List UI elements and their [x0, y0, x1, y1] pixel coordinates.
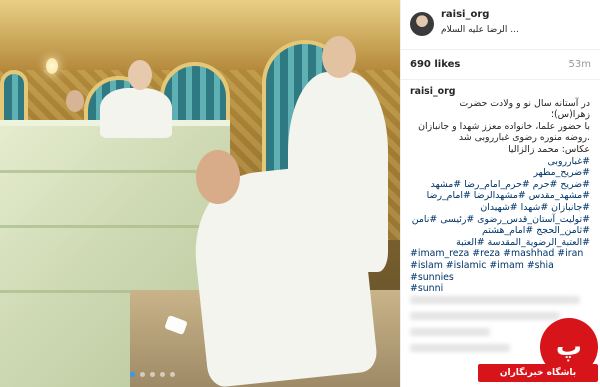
hashtag-line[interactable]: #ضریح #حرم #حرم_امام_رضا #مشهد	[410, 179, 590, 191]
tomb-line	[0, 225, 230, 228]
hashtag-line[interactable]: #جانبازان #شهدا #شهیدان	[410, 202, 590, 214]
caption-line: در آستانه سال نو و ولادت حضرت	[459, 97, 590, 109]
watermark-glyph: پ	[555, 332, 583, 362]
person-head	[66, 90, 84, 112]
post-location[interactable]: ... الرضا علیه السلام	[441, 25, 561, 35]
person-head	[128, 60, 152, 90]
post-header: raisi_org ... الرضا علیه السلام	[401, 0, 600, 50]
hashtag-line[interactable]: #imam_reza #reza #mashhad #iran	[410, 248, 590, 260]
watermark-logo: پ باشگاه خبرنگاران	[478, 318, 598, 384]
post-username[interactable]: raisi_org	[441, 9, 489, 20]
carousel-dot[interactable]	[170, 372, 175, 377]
person-figure	[100, 88, 172, 138]
carousel-dot[interactable]	[150, 372, 155, 377]
hashtag-line[interactable]: #غبارروبی	[410, 156, 590, 168]
carousel-dots	[130, 372, 175, 377]
person-head	[196, 150, 240, 204]
hashtag-line[interactable]: #تولیت_آستان_قدس_رضوی #رئیسی #نامن	[410, 214, 590, 226]
person-head	[322, 36, 356, 78]
hashtag-line[interactable]: #islam #islamic #imam #shia #sunnies	[410, 260, 590, 283]
caption-line: .روضه منوره رضوی غبارروبی شد	[458, 132, 590, 144]
caption-line: زهرا(س)؛	[551, 109, 590, 121]
post-caption: raisi_org در آستانه سال نو و ولادت حضرت …	[410, 86, 590, 295]
likes-count[interactable]: 690 likes	[410, 59, 460, 70]
hashtag-line[interactable]: #sunni	[410, 283, 590, 295]
watermark-text: باشگاه خبرنگاران	[478, 364, 598, 382]
carousel-dot[interactable]	[160, 372, 165, 377]
avatar[interactable]	[410, 12, 434, 36]
caption-username[interactable]: raisi_org	[410, 86, 590, 98]
post-meta: 690 likes 53m	[401, 50, 600, 80]
caption-line: با حضور علما، خانواده معزز شهدا و جانباز…	[418, 120, 590, 132]
hashtag-line[interactable]: #ثامن_الحجج #امام_هشتم	[410, 225, 590, 237]
photo-chandelier	[46, 58, 58, 74]
carousel-dot[interactable]	[140, 372, 145, 377]
hashtag-line[interactable]: #العتبة_الرضوية_المقدسة #العتبة	[410, 237, 590, 249]
carousel-dot[interactable]	[130, 372, 135, 377]
post-photo[interactable]	[0, 0, 400, 387]
blurred-comment	[410, 296, 580, 304]
hashtag-line[interactable]: #ضریح_مطهر	[410, 167, 590, 179]
post-time: 53m	[568, 59, 591, 70]
hashtag-line[interactable]: #مشهد_مقدس #مشهدالرضا #امام_رضا	[410, 190, 590, 202]
caption-line: عکاس: محمد زالزالیا	[508, 143, 590, 155]
